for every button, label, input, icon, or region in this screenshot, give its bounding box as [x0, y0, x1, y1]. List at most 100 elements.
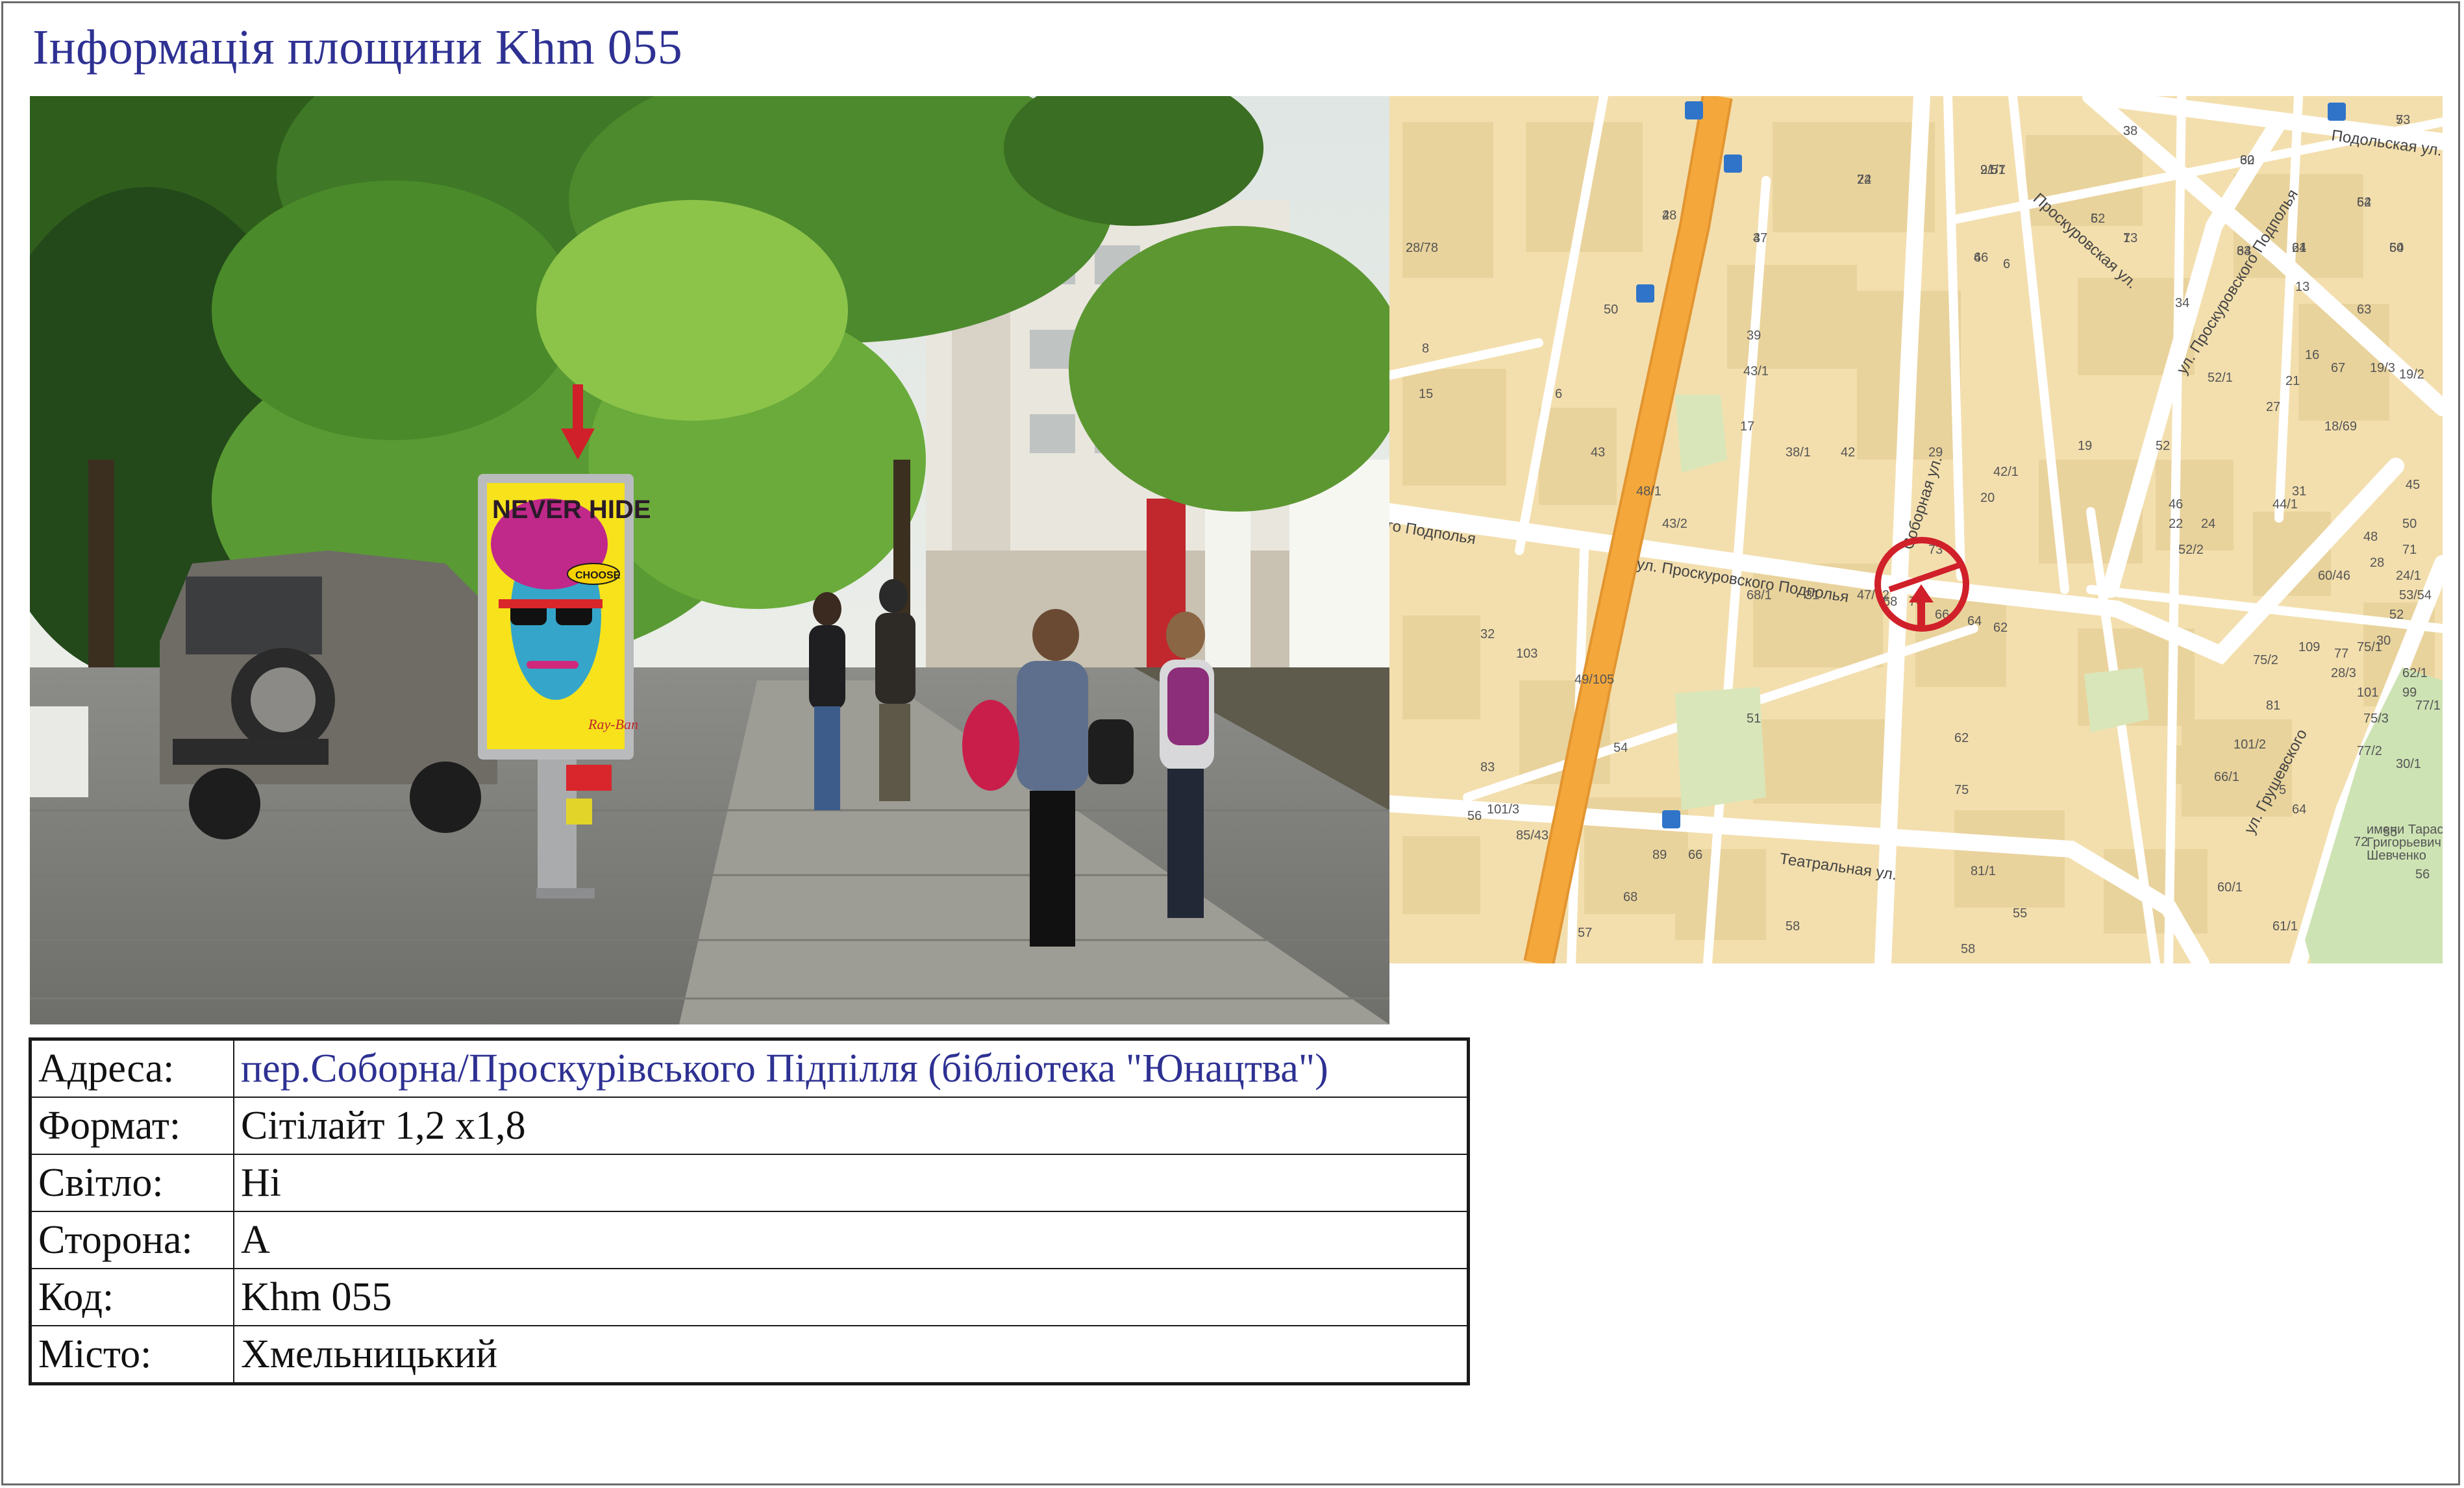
house-number: 101/3 — [1487, 802, 1519, 817]
house-number: 58 — [1961, 942, 1975, 956]
house-number: 17 — [1740, 419, 1754, 434]
house-number: 43/1 — [1743, 364, 1769, 378]
city-value: Хмельницький — [233, 1325, 1469, 1385]
house-number: 13 — [2123, 231, 2137, 245]
light-value: Ні — [233, 1154, 1469, 1212]
house-number: 48/1 — [1636, 484, 1661, 499]
house-number: 53/54 — [2399, 588, 2432, 602]
house-number: 77 — [2334, 647, 2348, 661]
table-row: Адреса: пер.Соборна/Проскурівського Підп… — [29, 1038, 1469, 1098]
house-number: 24/1 — [2396, 569, 2421, 583]
house-number: 66 — [1974, 251, 1988, 265]
house-number: 101/2 — [2234, 738, 2266, 752]
house-number: 77/2 — [2357, 744, 2382, 758]
house-number: 67 — [2331, 361, 2345, 375]
house-number: 101 — [2357, 686, 2378, 700]
house-number: 2 — [1662, 208, 1669, 223]
house-number: 43/2 — [1662, 517, 1687, 531]
info-table: Адреса: пер.Соборна/Проскурівського Підп… — [29, 1037, 1470, 1385]
house-number: 72 — [2354, 835, 2368, 849]
park-label: имени Тараса — [2367, 823, 2443, 837]
light-label: Світло: — [29, 1154, 234, 1212]
house-number: 66 — [1688, 848, 1702, 862]
house-number: 52/1 — [2208, 371, 2233, 385]
house-number: 44/1 — [2272, 497, 2298, 512]
house-number: 19 — [2078, 439, 2092, 453]
house-number: 15 — [1419, 387, 1433, 401]
code-label: Код: — [29, 1268, 234, 1326]
code-value: Khm 055 — [233, 1268, 1469, 1326]
table-row: Код: Khm 055 — [29, 1268, 1469, 1326]
house-number: 34 — [2175, 296, 2189, 310]
house-number: 62 — [2091, 212, 2105, 226]
house-number: 46 — [2169, 497, 2183, 512]
house-number: 28/78 — [1406, 241, 1438, 255]
location-map: 38 73 21/1 32 22 48 37 5 7 34 61 52 54 2 4 6 13 50 34 63 16 3… — [1389, 96, 2443, 963]
park-label: Шевченко — [2367, 849, 2426, 863]
house-number: 6 — [2003, 257, 2010, 271]
house-number: 8 — [1422, 341, 1429, 356]
house-number: 68 — [1623, 890, 1637, 904]
house-number: 38/1 — [1786, 445, 1811, 460]
house-number: 109 — [2298, 640, 2320, 654]
house-number: 75/2 — [2253, 653, 2278, 667]
page-title: Інформація площини Khm 055 — [32, 20, 683, 75]
house-number: 60 — [2389, 241, 2404, 255]
house-number: 43 — [1591, 445, 1605, 460]
table-row: Світло: Ні — [29, 1154, 1469, 1212]
house-number: 20 — [1980, 491, 1995, 505]
house-number: 75/1 — [2357, 640, 2382, 654]
park-label: Григорьевич — [2367, 836, 2441, 850]
house-number: 71 — [2402, 543, 2417, 557]
house-number: 61/1 — [2272, 919, 2298, 934]
house-number: 50 — [2402, 517, 2417, 531]
house-number: 48 — [2363, 530, 2378, 544]
house-number: 19/3 — [2370, 361, 2395, 375]
city-label: Місто: — [29, 1325, 234, 1385]
house-number: 52 — [2156, 439, 2170, 453]
location-photo: NEVER HIDE CHOOSE Ray-Ban — [30, 96, 1389, 1024]
house-number: 99 — [2402, 686, 2417, 700]
house-number: 103 — [1516, 647, 1537, 661]
house-number: 62/1 — [2402, 666, 2428, 680]
house-number: 62 — [1954, 731, 1969, 745]
house-number: 39 — [1747, 329, 1761, 343]
house-number: 60 — [2240, 153, 2254, 167]
house-number: 22 — [2169, 517, 2183, 531]
house-number: 42 — [1841, 445, 1855, 460]
house-number: 64 — [2357, 195, 2371, 210]
house-number: 83 — [1480, 760, 1495, 775]
house-number: 55 — [2013, 906, 2027, 921]
house-number: 16 — [2305, 348, 2319, 362]
house-number: 54 — [1613, 741, 1628, 755]
table-row: Формат: Сітілайт 1,2 х1,8 — [29, 1097, 1469, 1155]
house-number: 77/1 — [2415, 699, 2441, 713]
house-number: 24 — [2292, 241, 2306, 255]
house-number: 49/105 — [1574, 673, 1614, 687]
address-value: пер.Соборна/Проскурівського Підпілля (бі… — [233, 1038, 1469, 1098]
house-number: 57 — [1578, 926, 1592, 940]
house-number: 42/1 — [1993, 465, 2019, 479]
house-number: 27 — [2266, 400, 2280, 414]
house-number: 75/3 — [2363, 712, 2389, 726]
house-number: 63 — [2357, 303, 2371, 317]
house-number: 52 — [2389, 608, 2404, 622]
house-number: 5 — [2396, 113, 2403, 127]
address-label: Адреса: — [29, 1038, 234, 1098]
format-label: Формат: — [29, 1097, 234, 1155]
side-value: А — [233, 1211, 1469, 1269]
house-number: 64 — [1967, 614, 1982, 628]
house-number: 60/1 — [2217, 880, 2243, 895]
house-number: 31 — [2292, 484, 2306, 499]
house-number: 28/3 — [2331, 666, 2356, 680]
house-number: 62 — [1993, 621, 2008, 635]
house-number: 21 — [2285, 374, 2300, 388]
house-number: 50 — [1604, 303, 1618, 317]
house-number: 85/43 — [1516, 828, 1549, 843]
house-number: 24 — [2201, 517, 2215, 531]
house-number: 6 — [1555, 387, 1562, 401]
house-number: 30/1 — [2396, 757, 2421, 771]
house-number: 75 — [1954, 783, 1969, 797]
house-number: 60/46 — [2318, 569, 2350, 583]
house-number: 13 — [2295, 280, 2309, 294]
